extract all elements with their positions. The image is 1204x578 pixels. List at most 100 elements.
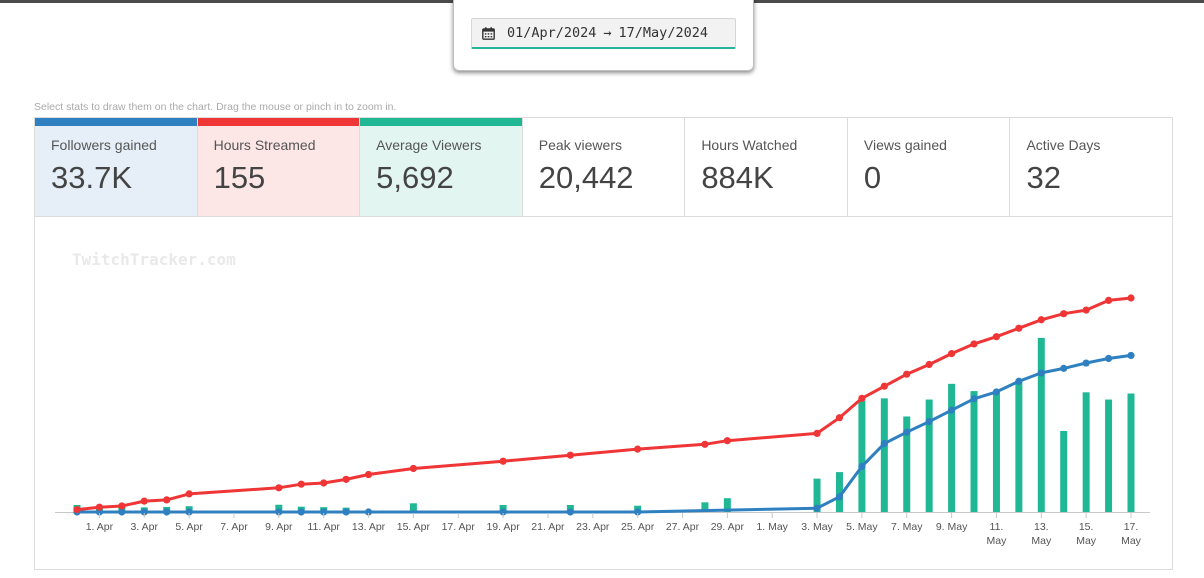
point-followers-gained bbox=[1037, 369, 1045, 377]
x-tick-label: 1. Apr bbox=[86, 521, 114, 533]
stat-value: 0 bbox=[863, 160, 882, 195]
x-tick-label: May bbox=[987, 535, 1008, 547]
point-followers-gained bbox=[342, 508, 350, 516]
date-range-picker[interactable]: 01/Apr/2024 → 17/May/2024 bbox=[471, 18, 736, 49]
point-hours-streamed bbox=[409, 464, 417, 473]
stat-value: 155 bbox=[213, 160, 266, 195]
date-arrow: → bbox=[603, 25, 612, 41]
point-hours-streamed bbox=[499, 457, 507, 465]
bar-average-viewers bbox=[1037, 337, 1045, 512]
stats-chart[interactable]: TwitchTracker.com 1. Apr 3. Apr 5. Apr 7. Ap… bbox=[35, 216, 1174, 570]
bar-average-viewers bbox=[992, 393, 1000, 512]
stat-label: Followers gained bbox=[51, 137, 157, 153]
point-hours-streamed bbox=[1060, 310, 1068, 318]
date-range-panel: 01/Apr/2024 → 17/May/2024 bbox=[453, 0, 754, 71]
point-hours-streamed bbox=[835, 414, 844, 422]
stat-average-viewers[interactable]: Average Viewers 5,692 bbox=[360, 118, 523, 216]
x-tick-label: 23. Apr bbox=[576, 521, 610, 533]
x-tick-label: May bbox=[1031, 535, 1052, 547]
point-followers-gained bbox=[992, 388, 1001, 396]
point-followers-gained bbox=[1104, 354, 1113, 363]
x-tick-label: 3. Apr bbox=[131, 521, 159, 533]
x-tick-label: 17. bbox=[1124, 521, 1139, 533]
x-tick-label: 5. May bbox=[846, 521, 878, 533]
bar-average-viewers bbox=[858, 400, 866, 512]
stats-tabs: Followers gained 33.7K Hours Streamed 155 Av… bbox=[34, 117, 1173, 217]
calendar-icon bbox=[482, 26, 495, 40]
stat-label: Active Days bbox=[1026, 137, 1101, 153]
bar-average-viewers bbox=[970, 391, 978, 512]
point-hours-streamed bbox=[1015, 324, 1023, 332]
x-tick-label: 9. Apr bbox=[265, 521, 293, 533]
bar-average-viewers bbox=[1060, 430, 1068, 512]
x-tick-label: 1. May bbox=[756, 521, 788, 533]
point-followers-gained bbox=[970, 395, 978, 403]
stat-followers-gained[interactable]: Followers gained 33.7K bbox=[35, 118, 198, 216]
stat-peak-viewers[interactable]: Peak viewers 20,442 bbox=[523, 118, 686, 216]
stat-value: 5,692 bbox=[376, 160, 454, 195]
point-followers-gained bbox=[858, 462, 866, 470]
stat-value: 20,442 bbox=[538, 160, 634, 195]
x-tick-label: 7. May bbox=[891, 521, 923, 533]
x-tick-label: 17. Apr bbox=[442, 521, 476, 533]
point-hours-streamed bbox=[185, 490, 193, 498]
x-tick-label: 21. Apr bbox=[531, 521, 565, 533]
point-followers-gained bbox=[925, 417, 933, 426]
x-tick-label: 13. Apr bbox=[352, 521, 386, 533]
date-start: 01/Apr/2024 bbox=[507, 25, 597, 41]
point-hours-streamed bbox=[701, 440, 709, 448]
point-followers-gained bbox=[163, 508, 171, 516]
stat-value: 32 bbox=[1026, 160, 1061, 195]
point-hours-streamed bbox=[140, 497, 148, 505]
bar-average-viewers bbox=[880, 398, 888, 512]
x-tick-label: 7. Apr bbox=[220, 521, 248, 533]
point-hours-streamed bbox=[163, 496, 171, 504]
point-hours-streamed bbox=[275, 484, 283, 492]
point-followers-gained bbox=[1060, 364, 1068, 372]
stat-label: Peak viewers bbox=[538, 137, 622, 153]
x-tick-label: 27. Apr bbox=[666, 521, 700, 533]
x-tick-label: May bbox=[1121, 535, 1142, 547]
stat-hours-streamed[interactable]: Hours Streamed 155 bbox=[197, 118, 361, 216]
point-hours-streamed bbox=[992, 333, 1001, 341]
bar-average-viewers bbox=[948, 383, 956, 512]
chart-area[interactable]: TwitchTracker.com 1. Apr 3. Apr 5. Apr 7. Ap… bbox=[34, 216, 1173, 570]
x-tick-label: 11. Apr bbox=[307, 521, 340, 533]
stat-hours-watched[interactable]: Hours Watched 884K bbox=[685, 118, 848, 216]
point-hours-streamed bbox=[95, 503, 104, 511]
stat-label: Views gained bbox=[863, 137, 947, 153]
x-tick-label: 25. Apr bbox=[621, 521, 655, 533]
point-hours-streamed bbox=[813, 429, 821, 438]
point-hours-streamed bbox=[947, 350, 956, 358]
stat-views-gained[interactable]: Views gained 0 bbox=[848, 118, 1011, 216]
stat-active-days[interactable]: Active Days 32 bbox=[1010, 118, 1172, 216]
point-hours-streamed bbox=[723, 437, 731, 445]
bar-average-viewers bbox=[1127, 393, 1135, 512]
point-followers-gained bbox=[297, 508, 305, 516]
point-hours-streamed bbox=[566, 451, 574, 459]
x-tick-label: 9. May bbox=[936, 521, 968, 533]
x-tick-label: 29. Apr bbox=[711, 521, 745, 533]
stat-color-bar bbox=[197, 118, 360, 126]
point-followers-gained bbox=[903, 428, 911, 436]
point-followers-gained bbox=[835, 493, 844, 501]
stat-label: Hours Streamed bbox=[213, 137, 316, 153]
point-hours-streamed bbox=[118, 502, 126, 510]
x-tick-label: 13. bbox=[1034, 521, 1049, 533]
date-end: 17/May/2024 bbox=[618, 25, 708, 41]
point-hours-streamed bbox=[903, 370, 911, 378]
point-hours-streamed bbox=[73, 505, 81, 514]
bar-average-viewers bbox=[1082, 392, 1090, 512]
stat-value: 33.7K bbox=[51, 160, 133, 195]
point-hours-streamed bbox=[342, 475, 350, 483]
x-tick-label: May bbox=[1076, 535, 1097, 547]
point-hours-streamed bbox=[925, 360, 933, 369]
stat-value: 884K bbox=[701, 160, 774, 195]
chart-hint: Select stats to draw them on the chart. … bbox=[34, 101, 397, 113]
point-hours-streamed bbox=[364, 470, 373, 479]
point-hours-streamed bbox=[320, 479, 328, 487]
point-followers-gained bbox=[1127, 351, 1135, 360]
point-followers-gained bbox=[566, 508, 574, 516]
point-hours-streamed bbox=[880, 382, 888, 390]
point-followers-gained bbox=[813, 504, 821, 512]
